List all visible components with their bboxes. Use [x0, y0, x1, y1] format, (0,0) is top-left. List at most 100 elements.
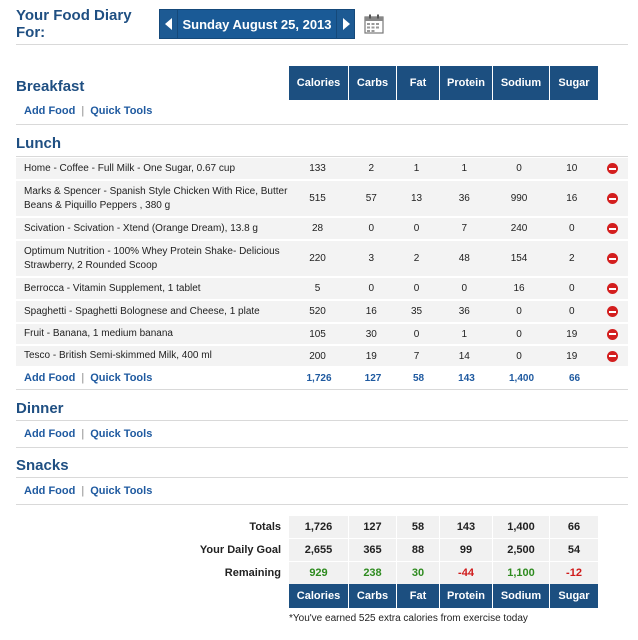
- dinner-divider: [16, 447, 628, 448]
- food-fat: 0: [413, 223, 420, 234]
- column-header-bottom: Calories Carbs Fat Protein Sodium Sugar: [289, 584, 599, 608]
- snacks-divider: [16, 504, 628, 505]
- food-fat: 35: [410, 306, 423, 317]
- food-calories: 515: [309, 193, 326, 204]
- food-sugar: 19: [566, 328, 578, 340]
- food-name-link[interactable]: Marks & Spencer - Spanish Style Chicken …: [16, 185, 288, 213]
- summary-total-fat: 58: [397, 516, 440, 538]
- lunch-quick-tools-link[interactable]: Quick Tools: [90, 372, 152, 384]
- food-calories: 133: [309, 163, 326, 174]
- food-sugar: 0: [568, 283, 575, 294]
- food-sodium: 154: [510, 253, 528, 264]
- goal-sugar: 54: [550, 539, 599, 561]
- food-carbs: 3: [368, 253, 375, 264]
- food-fat: 1: [413, 163, 420, 174]
- food-calories: 520: [309, 306, 326, 317]
- lunch-add-food-link[interactable]: Add Food: [24, 372, 75, 384]
- snacks-links: Add Food | Quick Tools: [24, 485, 152, 497]
- previous-day-button[interactable]: [159, 9, 178, 39]
- food-carbs: 16: [365, 306, 377, 317]
- food-fat: 13: [410, 193, 423, 204]
- goal-carbs: 365: [349, 539, 397, 561]
- food-protein: 0: [461, 283, 468, 294]
- delete-icon[interactable]: [606, 306, 618, 317]
- column-sugar: Sugar: [550, 584, 599, 608]
- food-fat: 7: [413, 350, 420, 362]
- lunch-total-carbs: 127: [364, 372, 382, 384]
- dinner-title-divider: [16, 420, 628, 421]
- breakfast-add-food-link[interactable]: Add Food: [24, 105, 75, 117]
- link-separator: |: [81, 105, 85, 117]
- summary-totals-row: Totals 1,726 127 58 143 1,400 66: [16, 516, 628, 538]
- calendar-icon[interactable]: [363, 13, 385, 35]
- summary-total-sodium: 1,400: [493, 516, 550, 538]
- goal-label: Your Daily Goal: [199, 544, 281, 556]
- food-name-link[interactable]: Spaghetti - Spaghetti Bolognese and Chee…: [16, 305, 288, 319]
- food-name-link[interactable]: Optimum Nutrition - 100% Whey Protein Sh…: [16, 245, 288, 273]
- lunch-totals-row: Add Food | Quick Tools 1,726 127 58 143 …: [16, 368, 628, 388]
- next-day-button[interactable]: [336, 9, 355, 39]
- lunch-total-calories: 1,726: [306, 372, 332, 384]
- dinner-quick-tools-link[interactable]: Quick Tools: [90, 428, 152, 440]
- delete-icon[interactable]: [606, 283, 618, 294]
- delete-icon[interactable]: [606, 328, 618, 340]
- food-name-link[interactable]: Fruit - Banana, 1 medium banana: [16, 327, 288, 341]
- link-separator: |: [81, 485, 85, 497]
- summary-goal-row: Your Daily Goal 2,655 365 88 99 2,500 54: [16, 539, 628, 561]
- delete-icon[interactable]: [606, 350, 618, 362]
- lunch-title: Lunch: [16, 135, 61, 152]
- food-row: Berrocca - Vitamin Supplement, 1 tablet …: [16, 278, 628, 300]
- dinner-add-food-link[interactable]: Add Food: [24, 428, 75, 440]
- goal-fat: 88: [397, 539, 440, 561]
- food-protein: 7: [461, 223, 468, 234]
- delete-icon[interactable]: [606, 193, 618, 204]
- food-row: Marks & Spencer - Spanish Style Chicken …: [16, 181, 628, 217]
- food-calories: 105: [309, 328, 326, 340]
- food-carbs: 2: [368, 163, 375, 174]
- delete-icon[interactable]: [606, 163, 618, 174]
- food-protein: 36: [458, 306, 470, 317]
- food-name-link[interactable]: Scivation - Scivation - Xtend (Orange Dr…: [16, 222, 288, 236]
- food-row: Home - Coffee - Full Milk - One Sugar, 0…: [16, 158, 628, 180]
- exercise-calories-note: *You've earned 525 extra calories from e…: [289, 613, 528, 624]
- food-protein: 48: [458, 253, 470, 264]
- column-calories: Calories: [289, 66, 349, 100]
- header-divider: [16, 44, 628, 45]
- summary-total-protein: 143: [440, 516, 493, 538]
- food-name-link[interactable]: Berrocca - Vitamin Supplement, 1 tablet: [16, 282, 288, 296]
- totals-label: Totals: [249, 521, 281, 533]
- food-carbs: 19: [365, 350, 377, 362]
- summary-total-sugar: 66: [550, 516, 599, 538]
- food-row: Optimum Nutrition - 100% Whey Protein Sh…: [16, 241, 628, 277]
- delete-icon[interactable]: [606, 253, 618, 264]
- column-protein: Protein: [440, 584, 493, 608]
- food-protein: 36: [458, 193, 470, 204]
- lunch-links: Add Food | Quick Tools: [16, 372, 289, 384]
- food-sugar: 16: [566, 193, 578, 204]
- column-protein: Protein: [440, 66, 493, 100]
- food-name-link[interactable]: Home - Coffee - Full Milk - One Sugar, 0…: [16, 162, 288, 176]
- column-fat: Fat: [397, 584, 440, 608]
- goal-sodium: 2,500: [493, 539, 550, 561]
- food-calories: 200: [309, 350, 326, 362]
- snacks-add-food-link[interactable]: Add Food: [24, 485, 75, 497]
- delete-icon[interactable]: [606, 223, 618, 234]
- food-row: Scivation - Scivation - Xtend (Orange Dr…: [16, 218, 628, 240]
- breakfast-divider: [16, 124, 628, 125]
- food-fat: 2: [413, 253, 420, 264]
- column-carbs: Carbs: [349, 584, 397, 608]
- column-header-top: Calories Carbs Fat Protein Sodium Sugar: [289, 66, 599, 100]
- food-name-link[interactable]: Tesco - British Semi-skimmed Milk, 400 m…: [16, 349, 288, 363]
- diary-header: Your Food Diary For: Sunday August 25, 2…: [16, 6, 628, 42]
- food-carbs: 57: [365, 193, 377, 204]
- summary-remaining-row: Remaining 929 238 30 -44 1,100 -12: [16, 562, 628, 584]
- lunch-total-fat: 58: [412, 372, 425, 384]
- food-sugar: 19: [566, 350, 578, 362]
- food-protein: 1: [461, 163, 468, 174]
- snacks-quick-tools-link[interactable]: Quick Tools: [90, 485, 152, 497]
- remaining-sodium: 1,100: [493, 562, 550, 584]
- lunch-total-protein: 143: [458, 372, 475, 384]
- food-sugar: 2: [568, 253, 575, 264]
- breakfast-quick-tools-link[interactable]: Quick Tools: [90, 105, 152, 117]
- dinner-links: Add Food | Quick Tools: [24, 428, 152, 440]
